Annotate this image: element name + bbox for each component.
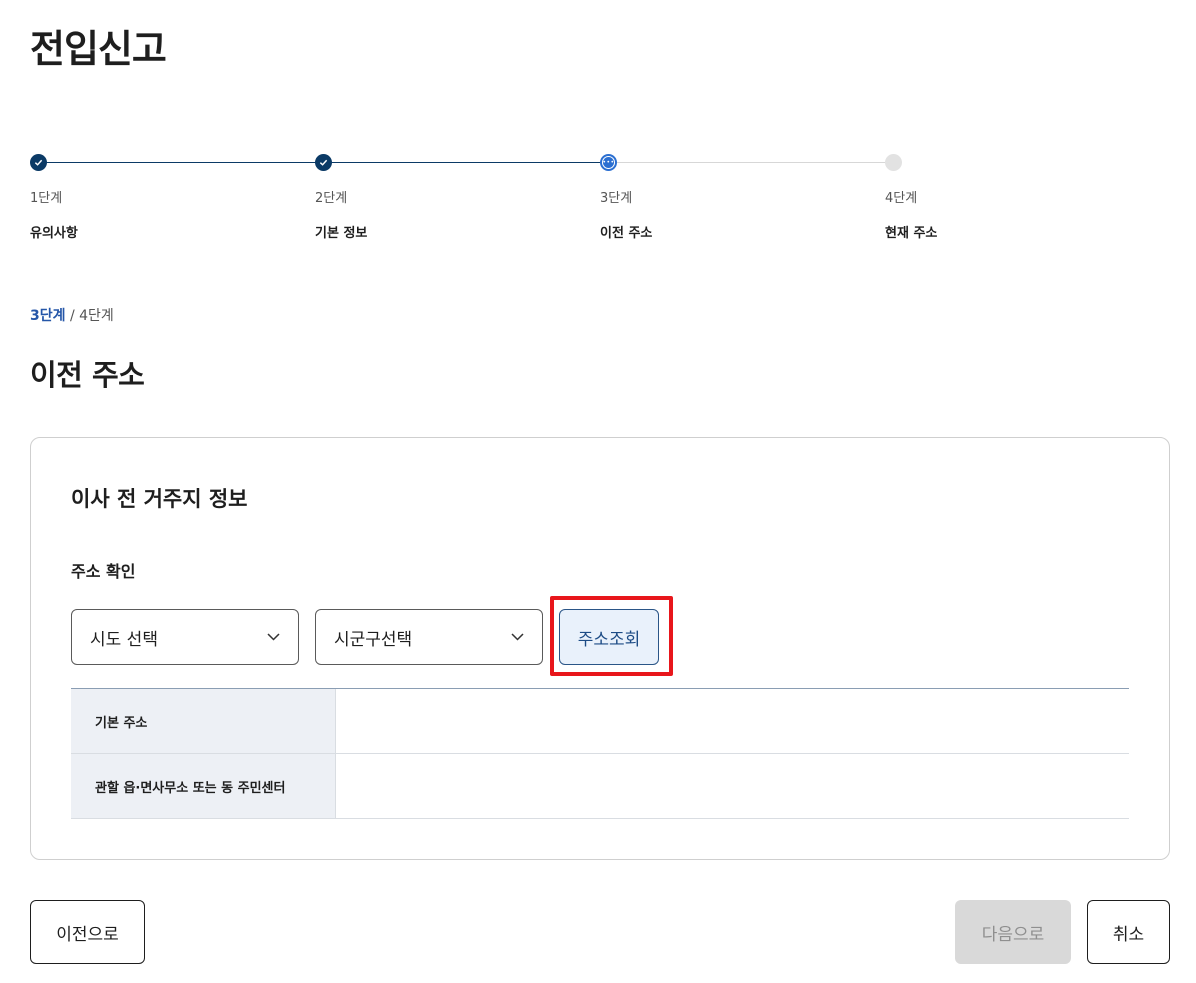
page-title: 전입신고 [30,27,167,71]
step-connector-2 [323,162,608,163]
previous-address-card: 이사 전 거주지 정보 주소 확인 시도 선택 시군구선택 주소조회 기본 주소… [30,437,1170,860]
step-progress: 3단계 / 4단계 [30,305,114,325]
next-button[interactable]: 다음으로 [955,900,1071,964]
step-1-name: 유의사항 [30,226,78,241]
check-icon [315,154,332,171]
cancel-button[interactable]: 취소 [1087,900,1170,964]
sido-select-value: 시도 선택 [90,629,158,650]
table-row: 관할 읍·면사무소 또는 동 주민센터 [71,754,1129,819]
step-1-number: 1단계 [30,191,63,206]
sigungu-select-value: 시군구선택 [334,629,413,650]
address-info-table: 기본 주소 관할 읍·면사무소 또는 동 주민센터 [71,688,1129,819]
chevron-down-icon [266,630,280,644]
in-progress-icon: ••• [600,154,617,171]
previous-button[interactable]: 이전으로 [30,900,145,964]
step-2-number: 2단계 [315,191,348,206]
pending-step-icon [885,154,902,171]
card-title: 이사 전 거주지 정보 [71,487,248,511]
row-value-basic-address [336,689,1129,753]
row-value-jurisdiction [336,754,1129,818]
step-4-name: 현재 주소 [885,226,938,241]
step-4-number: 4단계 [885,191,918,206]
step-2-name: 기본 정보 [315,226,368,241]
step-connector-3 [608,162,893,163]
progress-separator: / [65,308,80,324]
step-connector-1 [38,162,323,163]
page: 전입신고 1단계 유의사항 2단계 기본 정보 ••• 3단계 이전 주소 4단… [0,0,1196,983]
address-confirm-label: 주소 확인 [71,562,136,581]
progress-total: 4단계 [79,308,114,324]
row-label-basic-address: 기본 주소 [71,689,336,753]
chevron-down-icon [510,630,524,644]
step-3-number: 3단계 [600,191,633,206]
address-search-button[interactable]: 주소조회 [559,609,659,665]
section-title: 이전 주소 [30,358,145,392]
sigungu-select[interactable]: 시군구선택 [315,609,543,665]
progress-current: 3단계 [30,308,66,324]
stepper: 1단계 유의사항 2단계 기본 정보 ••• 3단계 이전 주소 4단계 현재 … [30,150,937,250]
sido-select[interactable]: 시도 선택 [71,609,299,665]
table-row: 기본 주소 [71,689,1129,754]
check-icon [30,154,47,171]
step-3-name: 이전 주소 [600,226,653,241]
row-label-jurisdiction: 관할 읍·면사무소 또는 동 주민센터 [71,754,336,818]
